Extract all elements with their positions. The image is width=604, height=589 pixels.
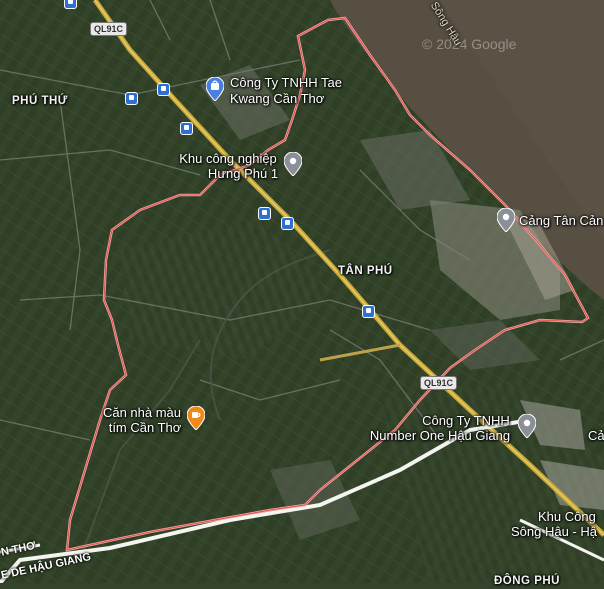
poi-label-number-one-line2[interactable]: Number One Hậu Giang xyxy=(370,428,510,443)
place-pin-icon[interactable] xyxy=(497,208,515,232)
bus-stop-icon[interactable] xyxy=(125,92,138,105)
map-watermark: © 2024 Google xyxy=(422,36,517,52)
poi-label-edge-c[interactable]: Cả xyxy=(588,428,604,443)
place-pin-icon[interactable] xyxy=(518,414,536,438)
bus-stop-icon[interactable] xyxy=(281,217,294,230)
poi-label-can-nha-line2[interactable]: tím Cần Thơ xyxy=(109,420,182,435)
poi-label-kcn-song-hau-line2[interactable]: Sông Hậu - Hậ xyxy=(511,524,597,539)
poi-label-kcn-hung-phu-line1[interactable]: Khu công nghiệp xyxy=(179,151,277,166)
poi-label-kcn-hung-phu-line2[interactable]: Hưng Phú 1 xyxy=(208,166,278,181)
place-pin-icon[interactable] xyxy=(284,152,302,176)
bus-stop-icon[interactable] xyxy=(258,207,271,220)
area-label-dong-phu: ĐÔNG PHÚ xyxy=(494,575,560,587)
bus-stop-icon[interactable] xyxy=(157,83,170,96)
bus-stop-icon[interactable] xyxy=(64,0,77,9)
bus-stop-icon[interactable] xyxy=(180,122,193,135)
highway-shield-ql91c-lower: QL91C xyxy=(420,376,458,390)
shopping-pin-icon[interactable] xyxy=(206,77,224,101)
poi-label-tae-kwang-line1[interactable]: Công Ty TNHH Tae xyxy=(230,75,342,90)
bus-stop-icon[interactable] xyxy=(362,305,375,318)
area-label-tan-phu: TÂN PHÚ xyxy=(338,265,393,277)
poi-label-tae-kwang-line2[interactable]: Kwang Cần Thơ xyxy=(230,91,324,106)
poi-label-cang-tan-cang[interactable]: Cảng Tân Cản xyxy=(519,213,603,228)
poi-label-kcn-song-hau-line1[interactable]: Khu Công xyxy=(538,509,596,524)
area-label-phu-thu: PHÚ THỨ xyxy=(12,95,68,107)
highway-shield-ql91c: QL91C xyxy=(90,22,128,36)
cafe-pin-icon[interactable] xyxy=(187,406,205,430)
poi-label-number-one-line1[interactable]: Công Ty TNHH xyxy=(422,413,510,428)
poi-label-can-nha-line1[interactable]: Căn nhà màu xyxy=(103,405,181,420)
